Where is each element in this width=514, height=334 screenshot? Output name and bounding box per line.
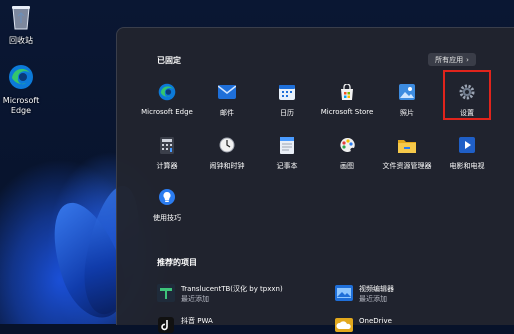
recommended-section-title: 推荐的项目 <box>157 258 197 267</box>
douyin-icon <box>157 316 175 334</box>
onedrive-icon <box>335 316 353 334</box>
mail-icon <box>217 82 237 102</box>
edge-icon <box>9 65 33 89</box>
settings-highlight-box <box>443 70 491 120</box>
edge-icon <box>157 82 177 102</box>
pinned-app-calculator[interactable]: 计算器 <box>137 135 197 171</box>
pinned-app-mail[interactable]: 邮件 <box>197 82 257 118</box>
recommended-item-subtitle: 最近添加 <box>359 295 387 303</box>
pinned-app-store[interactable]: Microsoft Store <box>317 82 377 116</box>
chevron-right-icon: › <box>466 55 469 64</box>
app-label: 闹钟和时钟 <box>209 162 245 170</box>
recommended-item[interactable]: OneDrive <box>335 316 392 334</box>
calendar-icon <box>277 82 297 102</box>
desktop-icon-recycle-bin[interactable]: 回收站 <box>0 4 42 46</box>
all-apps-label: 所有应用 <box>435 55 464 64</box>
recommended-item-title: 视频编辑器 <box>359 285 394 293</box>
app-label: 日历 <box>280 109 294 117</box>
video-editor-icon <box>335 284 353 302</box>
recommended-item-title: 抖音 PWA <box>181 317 213 325</box>
desktop-icon-edge[interactable]: Microsoft Edge <box>0 64 42 116</box>
app-label: 邮件 <box>220 109 234 117</box>
app-label: 记事本 <box>276 162 298 170</box>
all-apps-button[interactable]: 所有应用 › <box>428 53 476 66</box>
pinned-app-file-explorer[interactable]: 文件资源管理器 <box>377 135 437 171</box>
app-label: 照片 <box>400 109 414 117</box>
app-label: 画图 <box>340 162 354 170</box>
app-label: 电影和电视 <box>449 162 485 170</box>
pinned-app-photos[interactable]: 照片 <box>377 82 437 118</box>
folder-icon <box>397 135 417 155</box>
notepad-icon <box>277 135 297 155</box>
desktop-icon-label: Microsoft Edge <box>2 96 40 115</box>
pinned-app-movies-tv[interactable]: 电影和电视 <box>437 135 497 171</box>
recommended-item[interactable]: 视频编辑器 最近添加 <box>335 284 394 304</box>
pinned-app-calendar[interactable]: 日历 <box>257 82 317 118</box>
pinned-app-notepad[interactable]: 记事本 <box>257 135 317 171</box>
calculator-icon <box>157 135 177 155</box>
pinned-app-tips[interactable]: 使用技巧 <box>137 187 197 223</box>
app-label: Microsoft Edge <box>141 108 193 116</box>
start-menu: 已固定 所有应用 › Microsoft Edge 邮件 日历 Microsof… <box>116 27 514 333</box>
app-label: Microsoft Store <box>320 108 374 116</box>
tips-icon <box>157 187 177 207</box>
app-label: 文件资源管理器 <box>382 162 432 170</box>
photos-icon <box>397 82 417 102</box>
pinned-app-edge[interactable]: Microsoft Edge <box>137 82 197 116</box>
recommended-item-title: TranslucentTB(汉化 by tpxxn) <box>181 285 283 293</box>
recommended-item-title: OneDrive <box>359 317 392 325</box>
recommended-item[interactable]: TranslucentTB(汉化 by tpxxn) 最近添加 <box>157 284 283 304</box>
movies-icon <box>457 135 477 155</box>
pinned-app-clock[interactable]: 闹钟和时钟 <box>197 135 257 171</box>
recycle-bin-icon <box>12 6 30 30</box>
pinned-app-paint[interactable]: 画图 <box>317 135 377 171</box>
recommended-item-subtitle: 最近添加 <box>181 295 209 303</box>
app-label: 计算器 <box>156 162 178 170</box>
desktop-icon-label: 回收站 <box>9 36 33 45</box>
store-icon <box>337 82 357 102</box>
clock-icon <box>217 135 237 155</box>
recommended-item[interactable]: 抖音 PWA <box>157 316 213 334</box>
translucenttb-icon <box>157 284 175 302</box>
pinned-section-title: 已固定 <box>157 56 181 65</box>
paint-icon <box>337 135 357 155</box>
app-label: 使用技巧 <box>153 214 181 222</box>
